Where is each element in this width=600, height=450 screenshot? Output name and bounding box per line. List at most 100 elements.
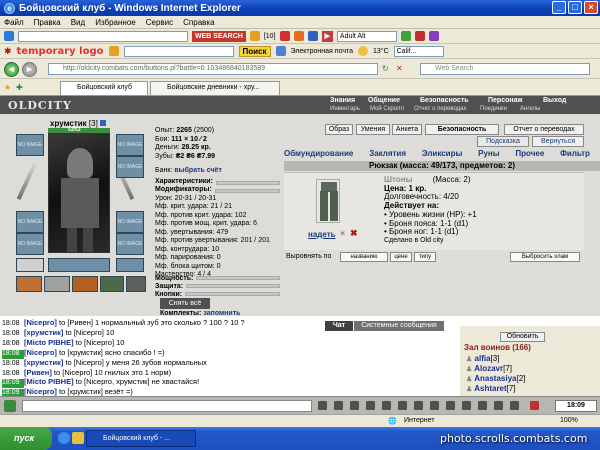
weather-icon[interactable] (400, 31, 411, 41)
warrior-item[interactable]: ♟ Ashtaret[7] (466, 384, 516, 393)
chat-nick[interactable]: [Nicepro] (24, 319, 57, 327)
send-icon[interactable] (318, 401, 327, 410)
chat-time[interactable]: 18:08 (2, 320, 24, 329)
delete-item-icon[interactable]: ✖ (350, 228, 358, 239)
warrior-item[interactable]: ♟ Anastasiya[2] (466, 374, 525, 383)
slot-right-1[interactable]: NO IMAGE (116, 134, 144, 156)
refresh-online-button[interactable]: Обновить (500, 332, 545, 342)
search-engine-icon[interactable] (108, 46, 119, 56)
menu-view[interactable]: Вид (71, 18, 85, 27)
stop-icon[interactable]: ✕ (396, 64, 403, 73)
extra-icon[interactable] (428, 31, 439, 41)
chat-nick[interactable]: [хрумстик] (24, 359, 63, 367)
info-item-icon[interactable]: ☀ (339, 229, 346, 238)
poisk-button[interactable]: Поиск (238, 45, 271, 57)
slot-bottom-4[interactable] (100, 276, 124, 292)
tab-equipment[interactable]: Обмундирование (284, 149, 353, 160)
filter-icon[interactable] (350, 401, 359, 410)
add-favorite-icon[interactable]: ✚ (16, 83, 23, 92)
slot-right-2[interactable]: NO IMAGE (116, 156, 144, 178)
close-button[interactable]: × (584, 1, 598, 14)
chat-nick[interactable]: [хрумстик] (24, 329, 63, 337)
smile-icon[interactable] (4, 400, 16, 412)
slot-ring-1[interactable] (16, 258, 44, 272)
tab-fight-club[interactable]: Бойцовский клуб (60, 81, 148, 95)
section-power[interactable]: Мощность: (155, 274, 280, 282)
take-off-all-button[interactable]: Снять всё (160, 298, 210, 309)
window-titlebar[interactable]: e Бойцовский клуб - Windows Internet Exp… (0, 0, 600, 16)
ie-quicklaunch-icon[interactable] (58, 432, 70, 444)
radio-button[interactable]: ▶ (321, 30, 333, 42)
menu-favorites[interactable]: Избранное (95, 18, 136, 27)
address-input[interactable]: http://oldcity.combats.com/buttons.pl?ba… (48, 63, 378, 75)
slot-left-1[interactable]: NO IMAGE (16, 134, 44, 156)
web-search-button[interactable]: WEB SEARCH (192, 30, 246, 42)
menu-obshchenie[interactable]: Общение (368, 97, 400, 104)
chat-time[interactable]: 18:08 (2, 340, 24, 349)
menu-duels[interactable]: Поединки (480, 106, 507, 112)
section-buttons[interactable]: Кнопки: (155, 290, 280, 298)
menu-file[interactable]: Файл (4, 18, 24, 27)
bank-link[interactable]: выбрать счёт (174, 167, 222, 174)
sound-icon[interactable] (366, 401, 375, 410)
refresh-icon[interactable]: ↻ (382, 64, 389, 73)
slot-left-3[interactable]: NO IMAGE (16, 233, 44, 255)
slot-bottom-5[interactable] (126, 276, 146, 292)
toolbar2-search-input[interactable] (123, 45, 234, 57)
slot-right-3[interactable]: NO IMAGE (116, 211, 144, 233)
warrior-item[interactable]: ♟ Alozavr[7] (466, 364, 512, 373)
mail-icon[interactable] (249, 31, 260, 41)
sort-by-name-button[interactable]: названию (340, 252, 388, 262)
chat-icon[interactable] (307, 31, 318, 41)
flag-icon[interactable] (414, 31, 425, 41)
taskbar-item[interactable]: Бойцовский клуб - ... (86, 430, 196, 447)
clear-icon[interactable] (334, 401, 343, 410)
menu-znaniya[interactable]: Знания (330, 97, 355, 104)
tab-other[interactable]: Прочее (515, 149, 544, 160)
slot-left-2[interactable]: NO IMAGE (16, 211, 44, 233)
menu-my-scroll[interactable]: Мой Скролл (370, 106, 404, 112)
transfer-report-button[interactable]: Отчет о переводах (504, 124, 584, 135)
fight-icon[interactable] (478, 401, 487, 410)
email-label[interactable]: Электронная почта (291, 48, 353, 55)
sort-by-price-button[interactable]: цене (390, 252, 412, 262)
system-messages-tab[interactable]: Системные сообщения (354, 321, 444, 331)
info-icon[interactable] (100, 120, 107, 126)
slot-ring-2[interactable] (116, 258, 144, 272)
rss-icon[interactable] (293, 31, 304, 41)
chat-time[interactable]: 18:08 (2, 370, 24, 379)
forward-button[interactable]: ► (22, 62, 37, 77)
slot-bottom-1[interactable] (16, 276, 42, 292)
menu-vykhod[interactable]: Выход (543, 97, 566, 104)
games-icon[interactable] (279, 31, 290, 41)
chat-nick[interactable]: [Micto PIBHE] (24, 378, 74, 386)
chat-nick[interactable]: [Micto PIBHE] (24, 339, 74, 347)
start-button[interactable]: пуск (0, 427, 52, 450)
adult-filter-combo[interactable]: Adult Alt (336, 30, 397, 42)
slot-right-4[interactable]: NO IMAGE (116, 233, 144, 255)
minimize-button[interactable]: _ (552, 1, 566, 14)
tab-elixirs[interactable]: Эликсиры (422, 149, 462, 160)
exit-icon[interactable] (510, 401, 519, 410)
city-combo[interactable]: Calif... (393, 45, 444, 57)
section-protection[interactable]: Защита: (155, 282, 280, 290)
chat-message-input[interactable] (22, 400, 312, 412)
map-icon[interactable] (462, 401, 471, 410)
security-button[interactable]: Безопасность (425, 124, 499, 135)
slot-bottom-2[interactable] (44, 276, 70, 292)
chat-time[interactable]: 18:09 (2, 379, 24, 389)
menu-bezopasnost[interactable]: Безопасность (420, 97, 469, 104)
tab-runes[interactable]: Руны (478, 149, 499, 160)
translit-icon[interactable] (446, 401, 455, 410)
cog-icon[interactable]: ✱ (4, 46, 12, 57)
warrior-item[interactable]: ♟ alfia[3] (466, 354, 499, 363)
alert-icon[interactable] (530, 401, 539, 410)
desktop-quicklaunch-icon[interactable] (72, 432, 84, 444)
slot-bottom-3[interactable] (72, 276, 98, 292)
throw-junk-button[interactable]: Выбросить хлам (510, 252, 580, 262)
menu-personazh[interactable]: Персонаж (488, 97, 522, 104)
menu-inventory[interactable]: Инвентарь (330, 106, 360, 112)
menu-transfer-report[interactable]: Отчет о переводах (414, 106, 467, 112)
chat-time[interactable]: 18:08 (2, 349, 24, 359)
chat-nick[interactable]: [Nicepro] (24, 349, 57, 357)
